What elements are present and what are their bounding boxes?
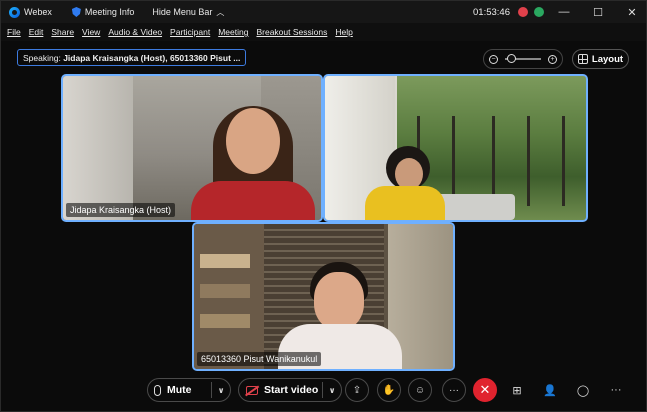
share-screen-icon: ⇪ — [352, 384, 362, 396]
participant-face — [226, 108, 280, 174]
meeting-timer: 01:53:46 — [473, 6, 510, 18]
tree-trunk — [562, 116, 565, 206]
recording-icon[interactable] — [518, 7, 528, 17]
zoom-slider-knob[interactable] — [507, 54, 516, 63]
apps-button[interactable]: ⊞ — [505, 378, 529, 402]
menu-view[interactable]: View — [82, 27, 100, 37]
book-row — [200, 284, 250, 298]
more-horizontal-icon: ··· — [610, 384, 622, 396]
video-control: Start video ∨ — [238, 378, 342, 402]
layout-button[interactable]: Layout — [572, 49, 629, 69]
app-title: Webex — [9, 6, 52, 18]
meeting-info-label: Meeting Info — [84, 7, 135, 17]
participants-button[interactable]: 👤 — [538, 378, 562, 402]
zoom-out-icon[interactable]: − — [489, 54, 498, 64]
reactions-button[interactable]: ☺ — [408, 378, 432, 402]
title-bar: Webex Meeting Info Hide Menu Bar ︿ 01:53… — [1, 1, 646, 23]
minimize-button[interactable]: — — [550, 1, 578, 23]
app-name: Webex — [24, 7, 52, 17]
participant-face — [314, 272, 364, 330]
tree-trunk — [452, 116, 455, 206]
participant-name-tag: Jidapa Kraisangka (Host) — [66, 203, 176, 217]
video-tile-host[interactable]: Jidapa Kraisangka (Host) — [61, 74, 323, 222]
hide-menu-bar-button[interactable]: Hide Menu Bar ︿ — [152, 7, 224, 18]
mute-label: Mute — [167, 384, 192, 396]
background-bookcase — [194, 224, 264, 369]
start-video-label: Start video — [264, 384, 319, 396]
menu-audio-video[interactable]: Audio & Video — [108, 27, 162, 37]
participant-name-tag: 65013360 Pisut Wanikanukul — [197, 352, 322, 366]
chat-icon: ◯ — [576, 384, 590, 397]
mute-control: Mute ∨ — [147, 378, 231, 402]
participant-body — [365, 186, 445, 220]
start-video-button[interactable]: Start video — [239, 384, 322, 396]
audio-options-chevron-icon[interactable]: ∨ — [212, 386, 230, 395]
share-button[interactable]: ⇪ — [345, 378, 369, 402]
video-tile-participant-2[interactable] — [323, 74, 588, 222]
video-off-icon — [246, 385, 258, 395]
menu-edit[interactable]: Edit — [29, 27, 44, 37]
speaking-prefix: Speaking: — [23, 52, 61, 63]
end-meeting-button[interactable]: ✕ — [473, 378, 497, 402]
more-options-button[interactable]: ··· — [442, 378, 466, 402]
grid-icon — [577, 54, 588, 64]
apps-icon: ⊞ — [512, 384, 522, 397]
menu-file[interactable]: File — [7, 27, 21, 37]
more-icon: ··· — [449, 384, 459, 396]
video-options-chevron-icon[interactable]: ∨ — [323, 386, 341, 395]
raise-hand-button[interactable]: ✋ — [377, 378, 401, 402]
close-icon: ✕ — [479, 382, 491, 397]
hide-menu-bar-label: Hide Menu Bar — [152, 7, 213, 17]
book-row — [200, 254, 250, 268]
tree-trunk — [527, 116, 530, 206]
webex-logo-icon — [9, 6, 20, 18]
participant-body — [191, 181, 315, 220]
menu-share[interactable]: Share — [51, 27, 74, 37]
maximize-button[interactable]: ☐ — [584, 1, 612, 23]
raise-hand-icon: ✋ — [382, 384, 396, 396]
webex-window: Webex Meeting Info Hide Menu Bar ︿ 01:53… — [0, 0, 647, 412]
menu-help[interactable]: Help — [335, 27, 352, 37]
menu-bar: File Edit Share View Audio & Video Parti… — [1, 23, 646, 41]
menu-breakout-sessions[interactable]: Breakout Sessions — [256, 27, 327, 37]
microphone-icon — [154, 384, 161, 396]
book-row — [200, 314, 250, 328]
overflow-menu-button[interactable]: ··· — [604, 378, 628, 402]
shield-icon — [71, 7, 81, 17]
background-window — [63, 76, 133, 220]
reactions-icon: ☺ — [414, 384, 426, 396]
meeting-info-button[interactable]: Meeting Info — [71, 7, 135, 17]
network-status-icon[interactable] — [534, 7, 544, 17]
chat-button[interactable]: ◯ — [571, 378, 595, 402]
menu-meeting[interactable]: Meeting — [218, 27, 248, 37]
tree-trunk — [492, 116, 495, 206]
title-bar-right: 01:53:46 — ☐ ✕ — [473, 1, 646, 23]
chevron-up-icon: ︿ — [216, 7, 225, 17]
speaking-names: Jidapa Kraisangka (Host), 65013360 Pisut… — [63, 52, 241, 63]
zoom-control: − + — [483, 49, 563, 69]
close-window-button[interactable]: ✕ — [618, 1, 646, 23]
layout-label: Layout — [591, 53, 624, 65]
meeting-controls: Mute ∨ Start video ∨ ⇪ ✋ ☺ ··· ✕ ⊞ 👤 ◯ ·… — [1, 371, 646, 411]
zoom-in-icon[interactable]: + — [548, 54, 557, 64]
menu-participant[interactable]: Participant — [170, 27, 210, 37]
zoom-slider[interactable] — [505, 54, 541, 63]
participants-icon: 👤 — [543, 384, 557, 397]
mute-button[interactable]: Mute — [148, 384, 211, 396]
speaking-indicator: Speaking: Jidapa Kraisangka (Host), 6501… — [17, 49, 246, 66]
video-tile-participant-3[interactable]: 65013360 Pisut Wanikanukul — [192, 222, 455, 371]
